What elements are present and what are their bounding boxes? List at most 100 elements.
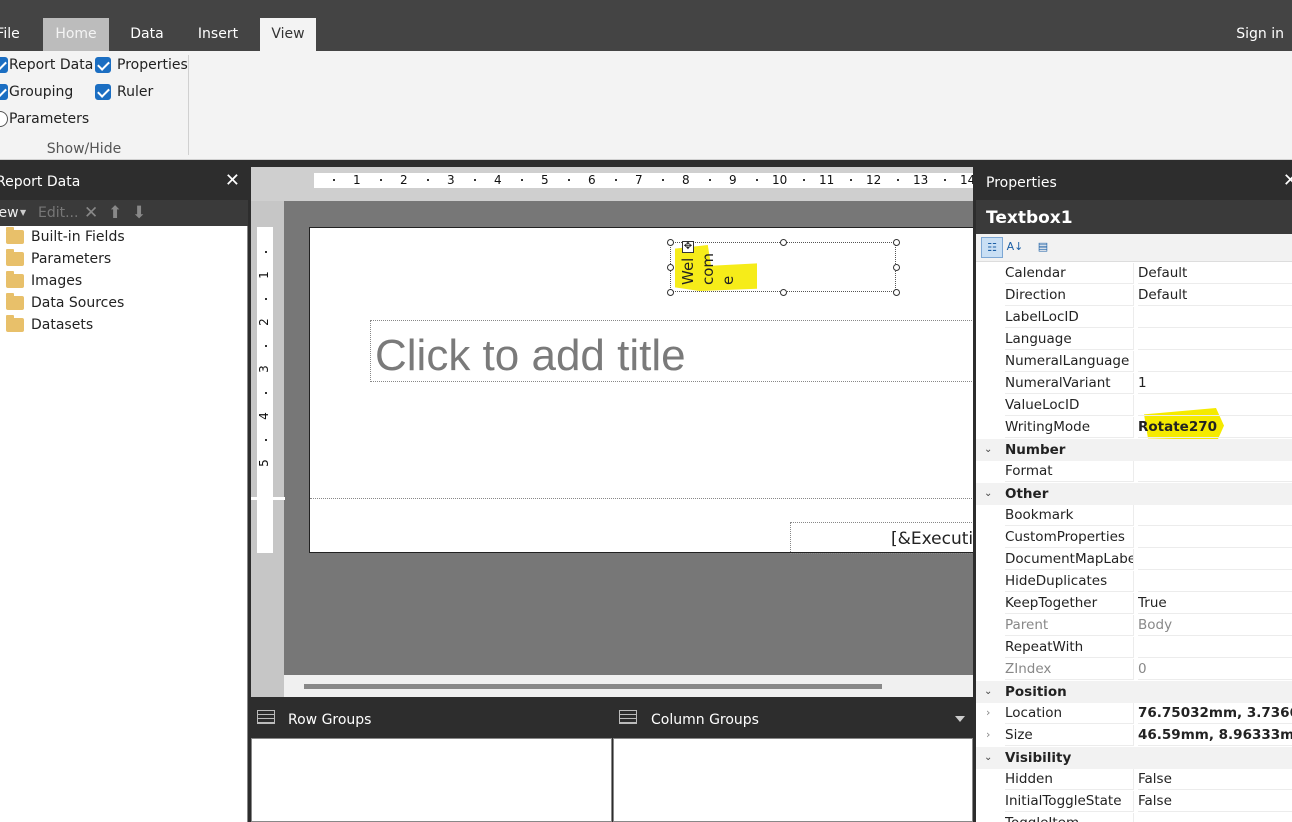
property-value[interactable] bbox=[1138, 505, 1292, 526]
property-row-writingmode[interactable]: WritingMode Rotate270 bbox=[976, 417, 1292, 439]
resize-handle[interactable] bbox=[780, 239, 787, 246]
tab-data[interactable]: Data bbox=[118, 18, 176, 51]
property-row-bookmark[interactable]: Bookmark bbox=[976, 505, 1292, 527]
property-row-numeralvariant[interactable]: NumeralVariant 1 bbox=[976, 373, 1292, 395]
property-row-labellocid[interactable]: LabelLocID bbox=[976, 307, 1292, 329]
alphabetical-sort-icon[interactable]: A↓ bbox=[1004, 237, 1026, 258]
property-row-format[interactable]: Format bbox=[976, 461, 1292, 483]
property-value[interactable] bbox=[1138, 351, 1292, 372]
resize-handle[interactable] bbox=[893, 264, 900, 271]
tab-view[interactable]: View bbox=[260, 18, 316, 51]
property-value[interactable]: 76.75032mm, 3.73667mm bbox=[1138, 703, 1292, 724]
property-grid: Calendar Default Direction Default LabelLocI… bbox=[976, 263, 1292, 822]
resize-handle[interactable] bbox=[667, 289, 674, 296]
resize-handle[interactable] bbox=[893, 289, 900, 296]
tab-home[interactable]: Home bbox=[43, 18, 109, 51]
property-row-size[interactable]: › Size 46.59mm, 8.96333mm bbox=[976, 725, 1292, 747]
property-name: Location bbox=[1005, 703, 1134, 724]
property-value[interactable] bbox=[1138, 571, 1292, 592]
new-button[interactable]: New bbox=[0, 205, 19, 221]
move-handle-icon[interactable]: ✥ bbox=[682, 241, 694, 253]
dropdown-arrow-icon[interactable]: ▼ bbox=[20, 208, 26, 217]
textbox1-rotated[interactable]: Wel com e ✥ bbox=[667, 239, 900, 296]
property-row-parent[interactable]: Parent Body bbox=[976, 615, 1292, 637]
property-row-numerallanguage[interactable]: NumeralLanguage bbox=[976, 351, 1292, 373]
property-value[interactable] bbox=[1138, 307, 1292, 328]
property-pages-icon[interactable]: ▤ bbox=[1032, 237, 1054, 258]
ribbon-view-panel: Report Data Grouping Parameters Properti… bbox=[0, 51, 1292, 160]
ruler-tick-mark bbox=[615, 179, 617, 181]
report-design-surface[interactable]: 1 2 3 4 5 6 7 8 9 10 11 12 13 14 12345 Wel com e ✥ Cl… bbox=[251, 167, 973, 697]
property-value[interactable] bbox=[1138, 549, 1292, 570]
page-footer-divider bbox=[310, 498, 973, 499]
property-value[interactable]: 46.59mm, 8.96333mm bbox=[1138, 725, 1292, 746]
property-row-direction[interactable]: Direction Default bbox=[976, 285, 1292, 307]
expand-icon[interactable]: › bbox=[986, 706, 990, 719]
property-row-calendar[interactable]: Calendar Default bbox=[976, 263, 1292, 285]
property-value[interactable] bbox=[1138, 461, 1292, 482]
property-value[interactable] bbox=[1138, 395, 1292, 416]
property-category-other[interactable]: ⌄ Other bbox=[976, 483, 1292, 505]
groups-header: Row Groups Column Groups bbox=[251, 700, 973, 738]
resize-handle[interactable] bbox=[893, 239, 900, 246]
property-row-repeatwith[interactable]: RepeatWith bbox=[976, 637, 1292, 659]
property-value[interactable]: Rotate270 bbox=[1138, 417, 1292, 438]
ruler-section-marker bbox=[251, 497, 285, 500]
property-value[interactable]: 1 bbox=[1138, 373, 1292, 394]
property-row-initialtogglestate[interactable]: InitialToggleState False bbox=[976, 791, 1292, 813]
property-row-location[interactable]: › Location76.75032mm, 3.73667mm bbox=[976, 703, 1292, 725]
property-category-position[interactable]: ⌄ Position bbox=[976, 681, 1292, 703]
horizontal-scrollbar[interactable] bbox=[284, 675, 973, 697]
edit-button[interactable]: Edit... bbox=[38, 205, 78, 221]
close-icon[interactable]: ✕ bbox=[1283, 170, 1292, 191]
title-textbox[interactable]: Click to add title bbox=[370, 320, 973, 382]
properties-panel: Properties ✕ Textbox1 ☷ A↓ ▤ Calendar Def… bbox=[976, 160, 1292, 822]
property-row-keeptogether[interactable]: KeepTogether True bbox=[976, 593, 1292, 615]
resize-handle[interactable] bbox=[667, 239, 674, 246]
property-row-hideduplicates[interactable]: HideDuplicates bbox=[976, 571, 1292, 593]
scrollbar-thumb[interactable] bbox=[304, 684, 882, 689]
move-up-icon[interactable]: ⬆ bbox=[108, 203, 122, 223]
move-down-icon[interactable]: ⬇ bbox=[132, 203, 146, 223]
ruler-tick-mark bbox=[265, 345, 267, 347]
chevron-down-icon[interactable] bbox=[955, 716, 965, 722]
property-value[interactable]: False bbox=[1138, 791, 1292, 812]
property-value[interactable] bbox=[1138, 813, 1292, 822]
row-groups-pane[interactable] bbox=[251, 738, 612, 822]
property-row-zindex[interactable]: ZIndex 0 bbox=[976, 659, 1292, 681]
sign-in-link[interactable]: Sign in bbox=[1236, 18, 1284, 51]
categorized-view-icon[interactable]: ☷ bbox=[981, 237, 1003, 258]
resize-handle[interactable] bbox=[667, 264, 674, 271]
property-row-hidden[interactable]: Hidden False bbox=[976, 769, 1292, 791]
collapse-icon[interactable]: ⌄ bbox=[984, 686, 992, 697]
expand-icon[interactable]: › bbox=[986, 728, 990, 741]
collapse-icon[interactable]: ⌄ bbox=[984, 444, 992, 455]
property-row-customproperties[interactable]: CustomProperties bbox=[976, 527, 1292, 549]
property-category-visibility[interactable]: ⌄ Visibility bbox=[976, 747, 1292, 769]
property-value[interactable]: 0 bbox=[1138, 659, 1292, 680]
close-icon[interactable]: ✕ bbox=[225, 170, 240, 191]
property-row-toggleitem[interactable]: ToggleItem bbox=[976, 813, 1292, 822]
execution-time-textbox[interactable]: [&ExecutionTime] bbox=[790, 522, 973, 554]
collapse-icon[interactable]: ⌄ bbox=[984, 752, 992, 763]
collapse-icon[interactable]: ⌄ bbox=[984, 488, 992, 499]
property-category-number[interactable]: ⌄ Number bbox=[976, 439, 1292, 461]
checkbox-checked-icon bbox=[95, 57, 111, 73]
tab-file[interactable]: File bbox=[0, 18, 20, 51]
property-value[interactable]: Default bbox=[1138, 285, 1292, 306]
report-page[interactable]: Wel com e ✥ Click to add title [&Executi… bbox=[309, 227, 973, 554]
property-row-language[interactable]: Language bbox=[976, 329, 1292, 351]
property-value[interactable] bbox=[1138, 527, 1292, 548]
property-value[interactable]: False bbox=[1138, 769, 1292, 790]
delete-icon[interactable]: ✕ bbox=[84, 203, 98, 223]
property-value[interactable]: Default bbox=[1138, 263, 1292, 284]
tab-insert[interactable]: Insert bbox=[188, 18, 248, 51]
property-value[interactable]: Body bbox=[1138, 615, 1292, 636]
property-value[interactable] bbox=[1138, 329, 1292, 350]
property-value[interactable] bbox=[1138, 637, 1292, 658]
column-groups-pane[interactable] bbox=[613, 738, 973, 822]
property-row-documentmaplabel[interactable]: DocumentMapLabel bbox=[976, 549, 1292, 571]
resize-handle[interactable] bbox=[780, 289, 787, 296]
property-row-valuelocid[interactable]: ValueLocID bbox=[976, 395, 1292, 417]
property-value[interactable]: True bbox=[1138, 593, 1292, 614]
